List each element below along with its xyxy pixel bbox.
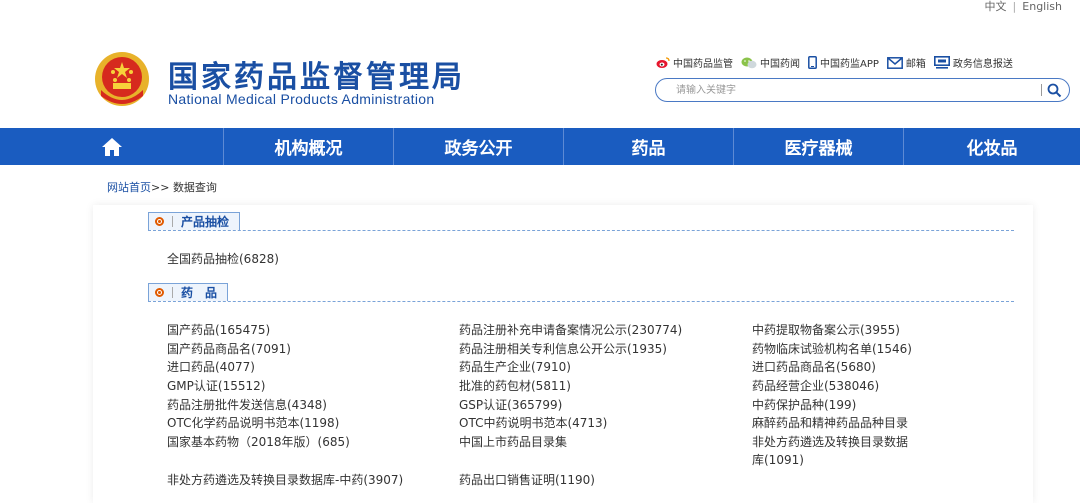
- mail-icon: [886, 56, 903, 69]
- section-title: 药 品: [181, 286, 218, 300]
- quick-link-wechat[interactable]: 中国药闻: [741, 55, 800, 70]
- phone-icon: [808, 56, 817, 69]
- search-icon[interactable]: [1047, 83, 1062, 98]
- quick-link-label: 邮箱: [905, 59, 926, 70]
- section-title: 产品抽检: [181, 215, 230, 229]
- data-link[interactable]: 药品注册相关专利信息公开公示(1935): [459, 340, 667, 358]
- quick-link-label: 中国药闻: [760, 59, 800, 70]
- national-emblem-logo[interactable]: [93, 50, 151, 108]
- lang-chinese-link[interactable]: 中文: [985, 0, 1007, 13]
- breadcrumb-separator: >>: [151, 181, 170, 194]
- lang-separator: |: [1012, 0, 1017, 13]
- data-link[interactable]: 中药保护品种(199): [752, 396, 856, 414]
- nav-item-drugs[interactable]: 药品: [564, 128, 734, 165]
- wechat-icon: [741, 57, 757, 68]
- data-link[interactable]: 国产药品商品名(7091): [167, 340, 291, 358]
- search-input[interactable]: [676, 82, 1036, 98]
- page: 中文 | English 国家药品监督管理局 National Medical Pr…: [0, 0, 1080, 503]
- nav-item-cosmetics[interactable]: 化妆品: [904, 128, 1080, 165]
- nav-item-government-affairs[interactable]: 政务公开: [394, 128, 564, 165]
- data-link[interactable]: 国产药品(165475): [167, 321, 270, 339]
- data-link[interactable]: 非处方药遴选及转换目录数据库-中药(3907): [167, 471, 403, 489]
- data-link[interactable]: GSP认证(365799): [459, 396, 562, 414]
- data-link[interactable]: OTC中药说明书范本(4713): [459, 414, 607, 432]
- data-link[interactable]: 药品出口销售证明(1190): [459, 471, 595, 489]
- data-link[interactable]: 药品经营企业(538046): [752, 377, 879, 395]
- data-link[interactable]: 药物临床试验机构名单(1546): [752, 340, 912, 358]
- section-divider: [148, 230, 1014, 231]
- data-link[interactable]: 进口药品(4077): [167, 358, 255, 376]
- quick-link-report[interactable]: 政务信息报送: [933, 55, 1013, 70]
- data-link[interactable]: 非处方药遴选及转换目录数据库(1091): [752, 433, 912, 469]
- quick-link-label: 中国药品监管: [673, 59, 733, 70]
- breadcrumb-home-link[interactable]: 网站首页: [107, 181, 151, 194]
- search-box: [655, 78, 1070, 102]
- section-tab: 药 品: [148, 283, 229, 301]
- quick-links: 中国药品监管 中国药闻 中国药监APP 邮箱 政务信息报送: [656, 55, 1021, 70]
- data-link[interactable]: OTC化学药品说明书范本(1198): [167, 414, 339, 432]
- quick-link-weibo[interactable]: 中国药品监管: [656, 55, 733, 70]
- breadcrumb-current: 数据查询: [172, 181, 217, 194]
- data-link[interactable]: 药品生产企业(7910): [459, 358, 571, 376]
- quick-link-app[interactable]: 中国药监APP: [808, 55, 879, 70]
- main-nav: 机构概况 政务公开 药品 医疗器械 化妆品: [0, 128, 1080, 165]
- monitor-icon: [933, 56, 950, 69]
- data-link[interactable]: GMP认证(15512): [167, 377, 265, 395]
- data-link[interactable]: 批准的药包材(5811): [459, 377, 571, 395]
- lang-english-link[interactable]: English: [1022, 0, 1062, 13]
- data-link[interactable]: 药品注册补充申请备案情况公示(230774): [459, 321, 682, 339]
- data-link[interactable]: 中药提取物备案公示(3955): [752, 321, 900, 339]
- nav-item-organization[interactable]: 机构概况: [224, 128, 394, 165]
- data-link[interactable]: 麻醉药品和精神药品品种目录: [752, 414, 922, 432]
- data-link[interactable]: 全国药品抽检(6828): [167, 250, 279, 268]
- divider: [172, 216, 173, 227]
- search-divider: [1041, 84, 1042, 96]
- breadcrumb: 网站首页>> 数据查询: [107, 179, 217, 195]
- divider: [172, 287, 173, 298]
- quick-link-label: 中国药监APP: [820, 59, 879, 70]
- language-switch: 中文 | English: [985, 0, 1062, 14]
- data-link[interactable]: 国家基本药物（2018年版）(685): [167, 433, 350, 451]
- section-tab: 产品抽检: [148, 212, 241, 230]
- nav-item-medical-devices[interactable]: 医疗器械: [734, 128, 904, 165]
- weibo-icon: [656, 56, 670, 68]
- site-title-english: National Medical Products Administration: [168, 91, 435, 107]
- data-link[interactable]: 进口药品商品名(5680): [752, 358, 876, 376]
- data-link[interactable]: 中国上市药品目录集: [459, 433, 567, 451]
- section-divider: [148, 301, 1014, 302]
- bullet-icon: [155, 288, 164, 297]
- quick-link-label: 政务信息报送: [952, 59, 1013, 70]
- quick-link-mail[interactable]: 邮箱: [886, 55, 926, 70]
- home-icon: [101, 137, 122, 156]
- data-link[interactable]: 药品注册批件发送信息(4348): [167, 396, 327, 414]
- nav-home[interactable]: [0, 128, 224, 165]
- site-title-chinese: 国家药品监督管理局: [168, 60, 465, 95]
- bullet-icon: [155, 217, 164, 226]
